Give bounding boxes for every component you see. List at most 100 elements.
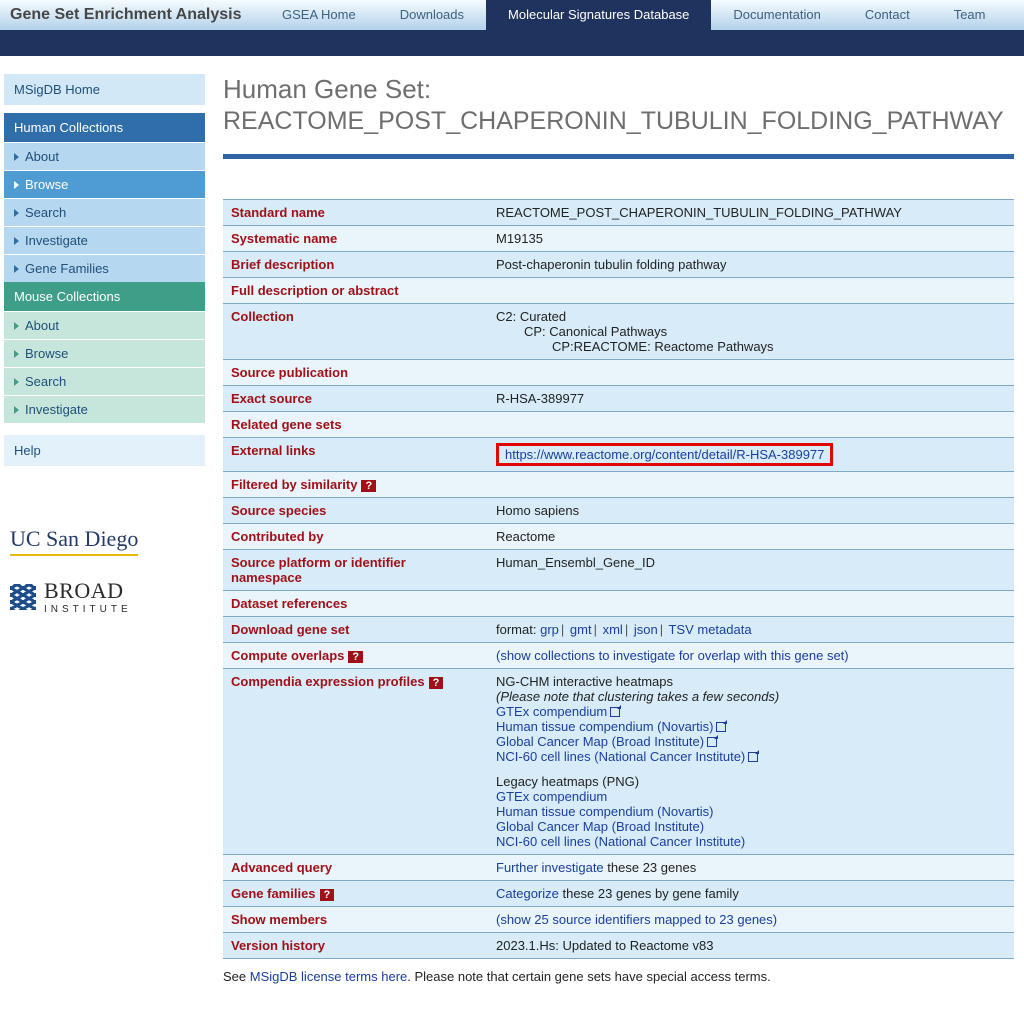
value	[488, 591, 1014, 617]
sidebar-header-mouse: Mouse Collections	[4, 282, 205, 311]
sidebar-item-investigate-human[interactable]: Investigate	[4, 226, 205, 254]
broad-text-1: BROAD	[44, 578, 132, 604]
help-icon[interactable]: ?	[361, 480, 376, 492]
value	[488, 412, 1014, 438]
chevron-right-icon	[14, 237, 19, 245]
value	[488, 472, 1014, 498]
label: Related gene sets	[223, 412, 488, 438]
chevron-right-icon	[14, 378, 19, 386]
sidebar-item-about-human[interactable]: About	[4, 142, 205, 170]
label: Show members	[223, 907, 488, 933]
help-icon[interactable]: ?	[320, 889, 335, 901]
broad-institute-icon	[10, 584, 36, 610]
label: Dataset references	[223, 591, 488, 617]
row-exact-source: Exact sourceR-HSA-389977	[223, 386, 1014, 412]
sidebar-item-gene-families[interactable]: Gene Families	[4, 254, 205, 282]
nav-stripe	[0, 30, 1024, 56]
external-link-icon	[707, 737, 717, 747]
download-tsv[interactable]: TSV metadata	[668, 622, 751, 637]
external-link-icon	[748, 752, 758, 762]
gene-families-suffix: these 23 genes by gene family	[559, 886, 739, 901]
label: Contributed by	[223, 524, 488, 550]
compendia-legacy-link[interactable]: GTEx compendium	[496, 789, 607, 804]
tab-msigdb[interactable]: Molecular Signatures Database	[486, 0, 711, 30]
row-gene-families: Gene families? Categorize these 23 genes…	[223, 881, 1014, 907]
download-json[interactable]: json	[634, 622, 658, 637]
help-icon[interactable]: ?	[429, 677, 444, 689]
compendia-link[interactable]: Global Cancer Map (Broad Institute)	[496, 734, 704, 749]
advanced-query-link[interactable]: Further investigate	[496, 860, 604, 875]
download-prefix: format:	[496, 622, 536, 637]
show-members-link[interactable]: (show 25 source identifiers mapped to 23…	[496, 912, 777, 927]
sidebar-item-label: About	[25, 149, 59, 164]
sidebar-help[interactable]: Help	[4, 435, 205, 466]
label: Filtered by similarity?	[223, 472, 488, 498]
sidebar-item-label: Search	[25, 374, 66, 389]
sidebar-item-browse-human[interactable]: Browse	[4, 170, 205, 198]
help-icon[interactable]: ?	[348, 651, 363, 663]
value: Reactome	[488, 524, 1014, 550]
label: Gene families?	[223, 881, 488, 907]
compute-overlaps-link[interactable]: (show collections to investigate for ove…	[496, 648, 849, 663]
compendia-legacy-link[interactable]: Human tissue compendium (Novartis)	[496, 804, 713, 819]
value: format: grp| gmt| xml| json| TSV metadat…	[488, 617, 1014, 643]
sidebar-item-label: Gene Families	[25, 261, 109, 276]
sidebar-item-label: Search	[25, 205, 66, 220]
compendia-link[interactable]: NCI-60 cell lines (National Cancer Insti…	[496, 749, 745, 764]
label: Standard name	[223, 200, 488, 226]
sidebar-item-investigate-mouse[interactable]: Investigate	[4, 395, 205, 423]
footnote-prefix: See	[223, 969, 250, 984]
label: Source species	[223, 498, 488, 524]
external-link[interactable]: https://www.reactome.org/content/detail/…	[505, 447, 824, 462]
row-external-links: External links https://www.reactome.org/…	[223, 438, 1014, 472]
value: (show 25 source identifiers mapped to 23…	[488, 907, 1014, 933]
advanced-query-suffix: these 23 genes	[604, 860, 697, 875]
sidebar-item-browse-mouse[interactable]: Browse	[4, 339, 205, 367]
label: Advanced query	[223, 855, 488, 881]
logo-ucsd: UC San Diego	[10, 526, 138, 556]
license-footnote: See MSigDB license terms here. Please no…	[223, 969, 1014, 984]
value: R-HSA-389977	[488, 386, 1014, 412]
row-brief-description: Brief descriptionPost-chaperonin tubulin…	[223, 252, 1014, 278]
compendia-legacy-link[interactable]: Global Cancer Map (Broad Institute)	[496, 819, 704, 834]
compendia-legacy-link[interactable]: NCI-60 cell lines (National Cancer Insti…	[496, 834, 745, 849]
tab-documentation[interactable]: Documentation	[711, 0, 842, 30]
external-link-icon	[610, 707, 620, 717]
row-download: Download gene set format: grp| gmt| xml|…	[223, 617, 1014, 643]
row-dataset-references: Dataset references	[223, 591, 1014, 617]
value: M19135	[488, 226, 1014, 252]
row-standard-name: Standard nameREACTOME_POST_CHAPERONIN_TU…	[223, 200, 1014, 226]
tab-contact[interactable]: Contact	[843, 0, 932, 30]
collection-l2: CP: Canonical Pathways	[496, 324, 1006, 339]
compendia-link[interactable]: Human tissue compendium (Novartis)	[496, 719, 713, 734]
tab-team[interactable]: Team	[932, 0, 1008, 30]
license-link[interactable]: MSigDB license terms here	[250, 969, 408, 984]
label: Download gene set	[223, 617, 488, 643]
label: Systematic name	[223, 226, 488, 252]
sidebar-header-human: Human Collections	[4, 113, 205, 142]
tab-gsea-home[interactable]: GSEA Home	[260, 0, 378, 30]
row-collection: Collection C2: Curated CP: Canonical Pat…	[223, 304, 1014, 360]
sidebar-item-search-human[interactable]: Search	[4, 198, 205, 226]
sidebar-item-about-mouse[interactable]: About	[4, 311, 205, 339]
label: Compute overlaps?	[223, 643, 488, 669]
chevron-right-icon	[14, 322, 19, 330]
compendia-link[interactable]: GTEx compendium	[496, 704, 607, 719]
download-xml[interactable]: xml	[603, 622, 623, 637]
value	[488, 278, 1014, 304]
gene-families-link[interactable]: Categorize	[496, 886, 559, 901]
sidebar-home[interactable]: MSigDB Home	[4, 74, 205, 105]
download-grp[interactable]: grp	[540, 622, 559, 637]
value: NG-CHM interactive heatmaps (Please note…	[488, 669, 1014, 855]
broad-text-2: INSTITUTE	[44, 604, 132, 615]
download-gmt[interactable]: gmt	[570, 622, 592, 637]
footnote-suffix: . Please note that certain gene sets hav…	[407, 969, 770, 984]
label: Source publication	[223, 360, 488, 386]
sidebar-item-search-mouse[interactable]: Search	[4, 367, 205, 395]
value: Homo sapiens	[488, 498, 1014, 524]
row-source-species: Source speciesHomo sapiens	[223, 498, 1014, 524]
value: 2023.1.Hs: Updated to Reactome v83	[488, 933, 1014, 959]
row-version-history: Version history2023.1.Hs: Updated to Rea…	[223, 933, 1014, 959]
page-kicker: Human Gene Set:	[223, 74, 1014, 105]
tab-downloads[interactable]: Downloads	[378, 0, 486, 30]
